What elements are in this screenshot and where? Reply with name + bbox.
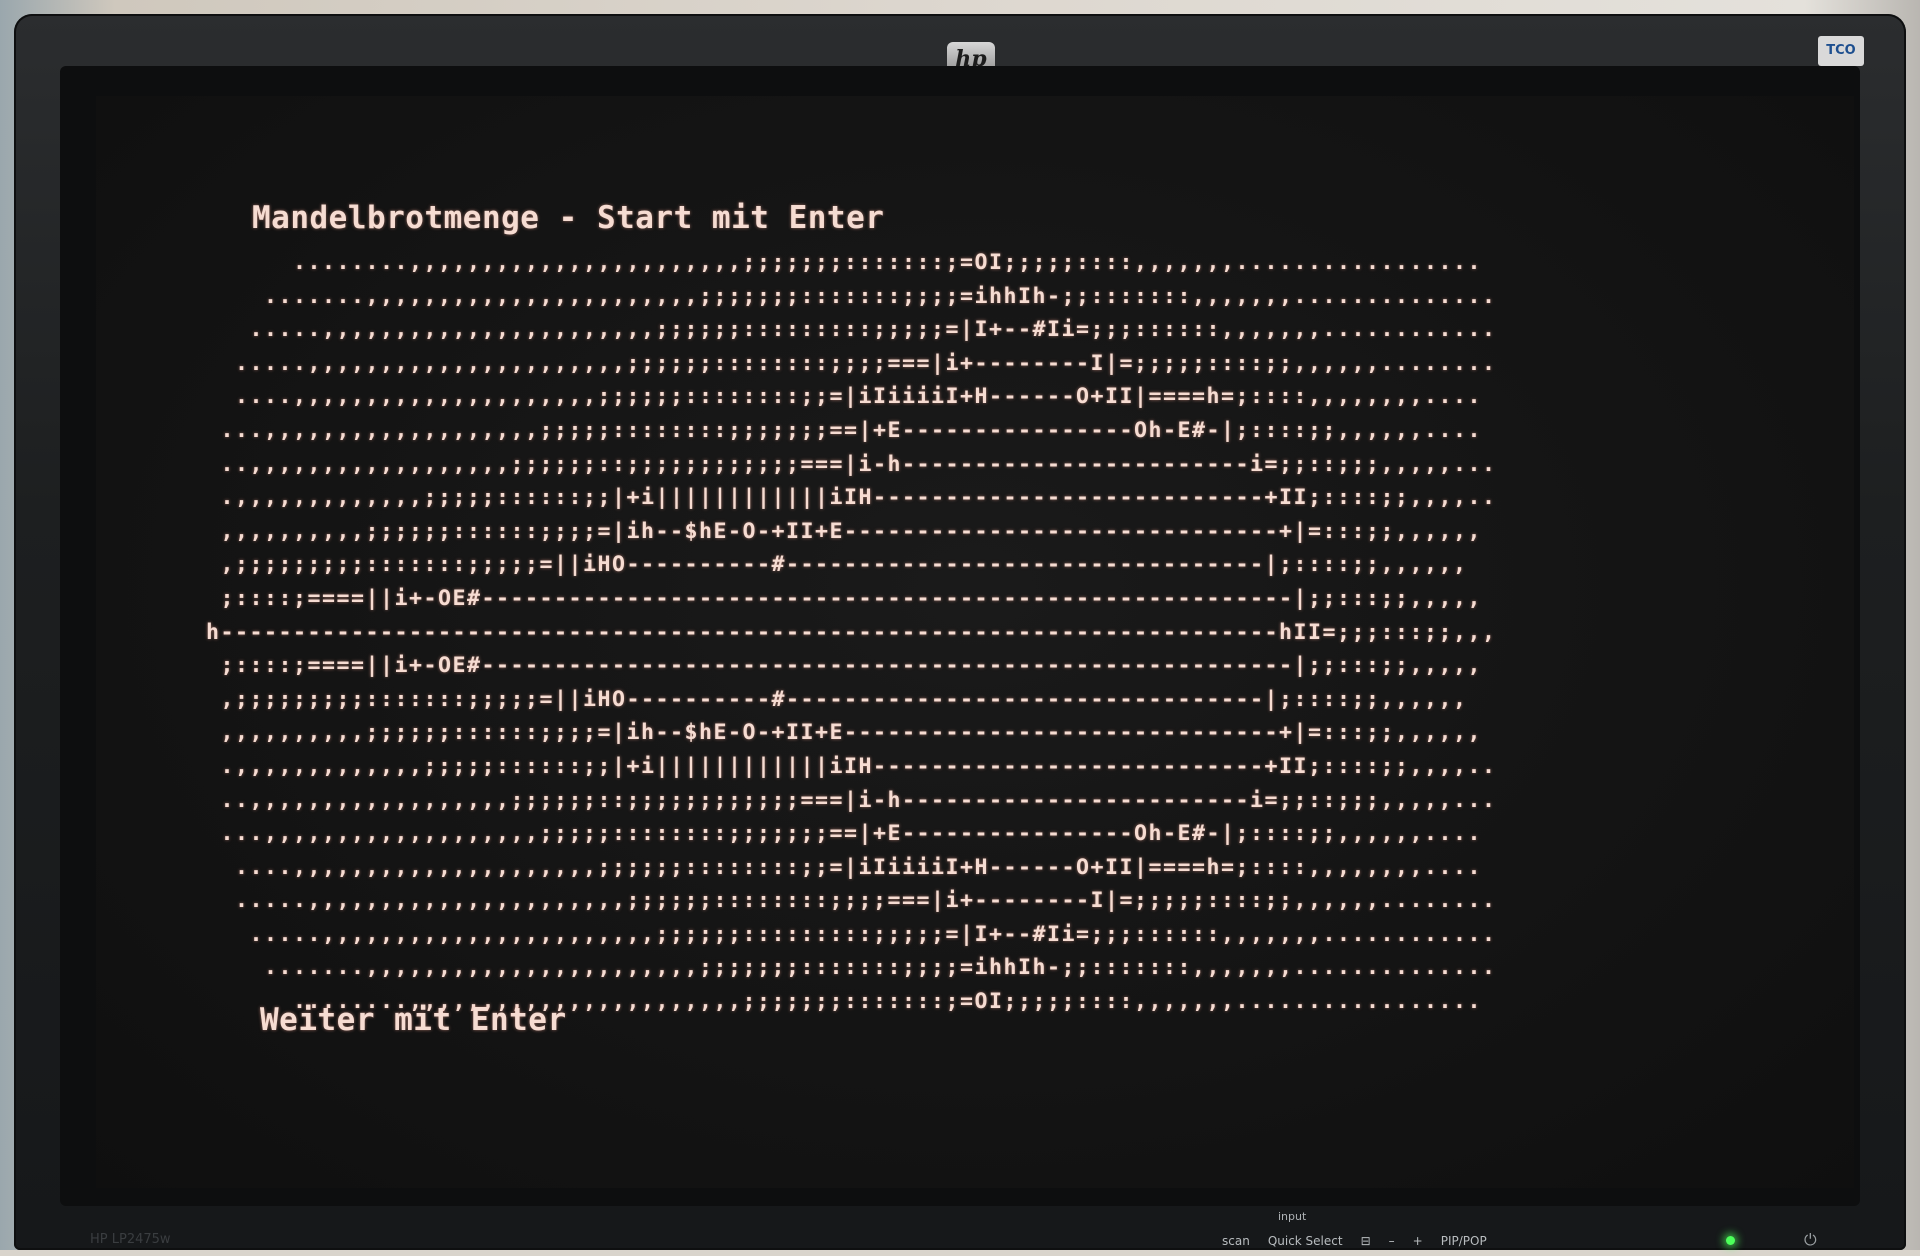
- monitor-bezel: hp TCO 03 Mandelbrotmenge - Start mit En…: [14, 14, 1906, 1250]
- quick-select-button[interactable]: Quick Select: [1268, 1234, 1343, 1248]
- fractal-row: .,,,,,,,,,,,,,;;;;;::::::;;|+i||||||||||…: [206, 753, 1497, 779]
- fractal-row: ,;;;;;;;;;:::::::;;;;;=||iHO----------#-…: [206, 686, 1468, 712]
- fractal-row: ;::::;====||i+-OE#----------------------…: [206, 653, 1483, 679]
- fractal-row: ;::::;====||i+-OE#----------------------…: [206, 585, 1483, 611]
- monitor-control-buttons: scan Quick Select ⊟ – + PIP/POP: [1222, 1226, 1487, 1256]
- menu-button[interactable]: ⊟: [1361, 1234, 1371, 1248]
- mandelbrot-ascii-art: ........,,,,,,,,,,,,,,,,,,,,,,,;;;;;;;::…: [206, 246, 1497, 1019]
- pip-pop-button[interactable]: PIP/POP: [1441, 1234, 1487, 1248]
- fractal-row: ,;;;;;;;;;:::::::;;;;;=||iHO----------#-…: [206, 552, 1468, 578]
- fractal-row: ...,,,,,,,,,,,,,,,,,,,;;;;;::::::::;;;;;…: [206, 821, 1483, 847]
- model-label: HP LP2475w: [90, 1232, 171, 1247]
- fractal-row: ,,,,,,,,,,;;;;;;::::::;;;;=|ih--$hE-O-+I…: [206, 518, 1483, 544]
- plus-button[interactable]: +: [1413, 1234, 1423, 1248]
- fractal-row: ....,,,,,,,,,,,,,,,,,,,,,;;;;;;::::::::;…: [206, 384, 1483, 410]
- fractal-row: ,,,,,,,,,,;;;;;;::::::;;;;=|ih--$hE-O-+I…: [206, 720, 1483, 746]
- fractal-row: ..,,,,,,,,,,,,,,,,,,;;;;;;::;;;;;;;;;;;;…: [206, 787, 1497, 813]
- monitor-screen[interactable]: Mandelbrotmenge - Start mit Enter ......…: [96, 96, 1854, 1188]
- fractal-row: ...,,,,,,,,,,,,,,,,,,,;;;;;::::::::;;;;;…: [206, 417, 1483, 443]
- fractal-row: h---------------------------------------…: [206, 619, 1497, 645]
- fractal-row: .....,,,,,,,,,,,,,,,,,,,,,,,;;;;;;::::::…: [206, 317, 1497, 343]
- power-led-indicator: [1726, 1236, 1735, 1245]
- fractal-row: .,,,,,,,,,,,,,;;;;;::::::;;|+i||||||||||…: [206, 485, 1497, 511]
- fractal-row: ....,,,,,,,,,,,,,,,,,,,,,;;;;;;::::::::;…: [206, 854, 1483, 880]
- scan-button[interactable]: scan: [1222, 1234, 1250, 1248]
- fractal-row: .......,,,,,,,,,,,,,,,,,,,,,,,;;;;;;;:::…: [206, 283, 1497, 309]
- continue-prompt: Weiter mit Enter: [260, 1002, 567, 1038]
- fractal-row: .....,,,,,,,,,,,,,,,,,,,,,,,;;;;;;::::::…: [206, 921, 1497, 947]
- fractal-row: .....,,,,,,,,,,,,,,,,,,,,,,;;;;;;:::::::…: [206, 888, 1497, 914]
- fractal-row: .....,,,,,,,,,,,,,,,,,,,,,,;;;;;;:::::::…: [206, 350, 1497, 376]
- minus-button[interactable]: –: [1389, 1234, 1395, 1248]
- fractal-row: .......,,,,,,,,,,,,,,,,,,,,,,,;;;;;;;:::…: [206, 955, 1497, 981]
- power-icon[interactable]: ⏻: [1804, 1230, 1817, 1250]
- fractal-row: ..,,,,,,,,,,,,,,,,,,;;;;;;::;;;;;;;;;;;;…: [206, 451, 1497, 477]
- program-title: Mandelbrotmenge - Start mit Enter: [252, 200, 885, 236]
- fractal-row: ........,,,,,,,,,,,,,,,,,,,,,,,;;;;;;;::…: [206, 250, 1483, 275]
- tco-badge: TCO 03: [1818, 36, 1864, 88]
- input-label: input: [1278, 1210, 1307, 1223]
